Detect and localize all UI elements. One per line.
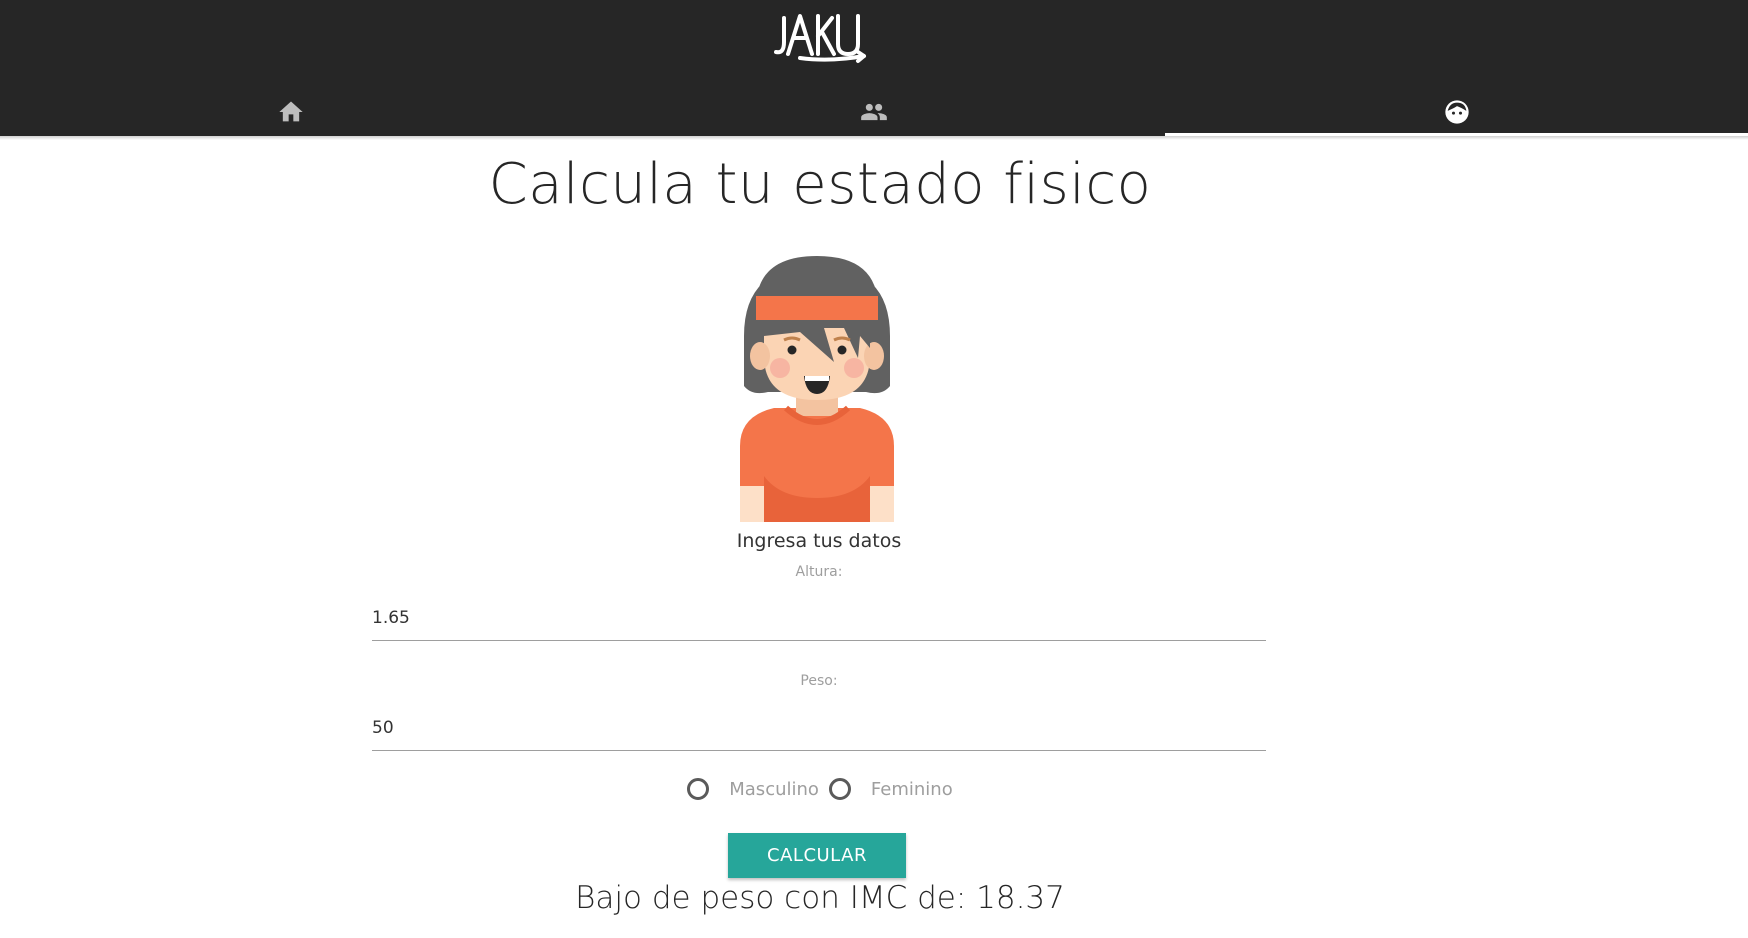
header-shadow [0, 136, 1748, 140]
height-input[interactable] [372, 596, 1266, 641]
tab-profile[interactable] [1165, 88, 1748, 136]
face-icon [1445, 100, 1469, 124]
radio-circle-feminino[interactable] [828, 778, 851, 800]
weight-label: Peso: [800, 673, 838, 689]
tab-home[interactable] [0, 88, 583, 136]
calculate-button[interactable]: CALCULAR [728, 833, 906, 878]
app-header [0, 0, 1748, 136]
jaku-logo[interactable] [770, 4, 870, 66]
height-label: Altura: [795, 564, 843, 580]
page-title: Calcula tu estado fisico [488, 152, 1152, 217]
tab-people[interactable] [583, 88, 1166, 136]
radio-label-feminino: Feminino [870, 778, 953, 800]
radio-masculino[interactable]: Masculino [687, 778, 819, 800]
nav-tabs [0, 88, 1748, 136]
home-icon [279, 101, 303, 122]
radio-label-masculino: Masculino [729, 778, 819, 800]
gender-options: Masculino Feminino [0, 778, 1640, 800]
bmi-result: Bajo de peso con IMC de: 18.37 [575, 880, 1065, 916]
radio-circle-masculino[interactable] [687, 778, 710, 800]
weight-input[interactable] [372, 706, 1266, 751]
fitness-avatar-illustration [740, 256, 894, 522]
form-subtitle: Ingresa tus datos [736, 530, 902, 552]
radio-feminino[interactable]: Feminino [828, 778, 953, 800]
people-icon [861, 103, 887, 121]
